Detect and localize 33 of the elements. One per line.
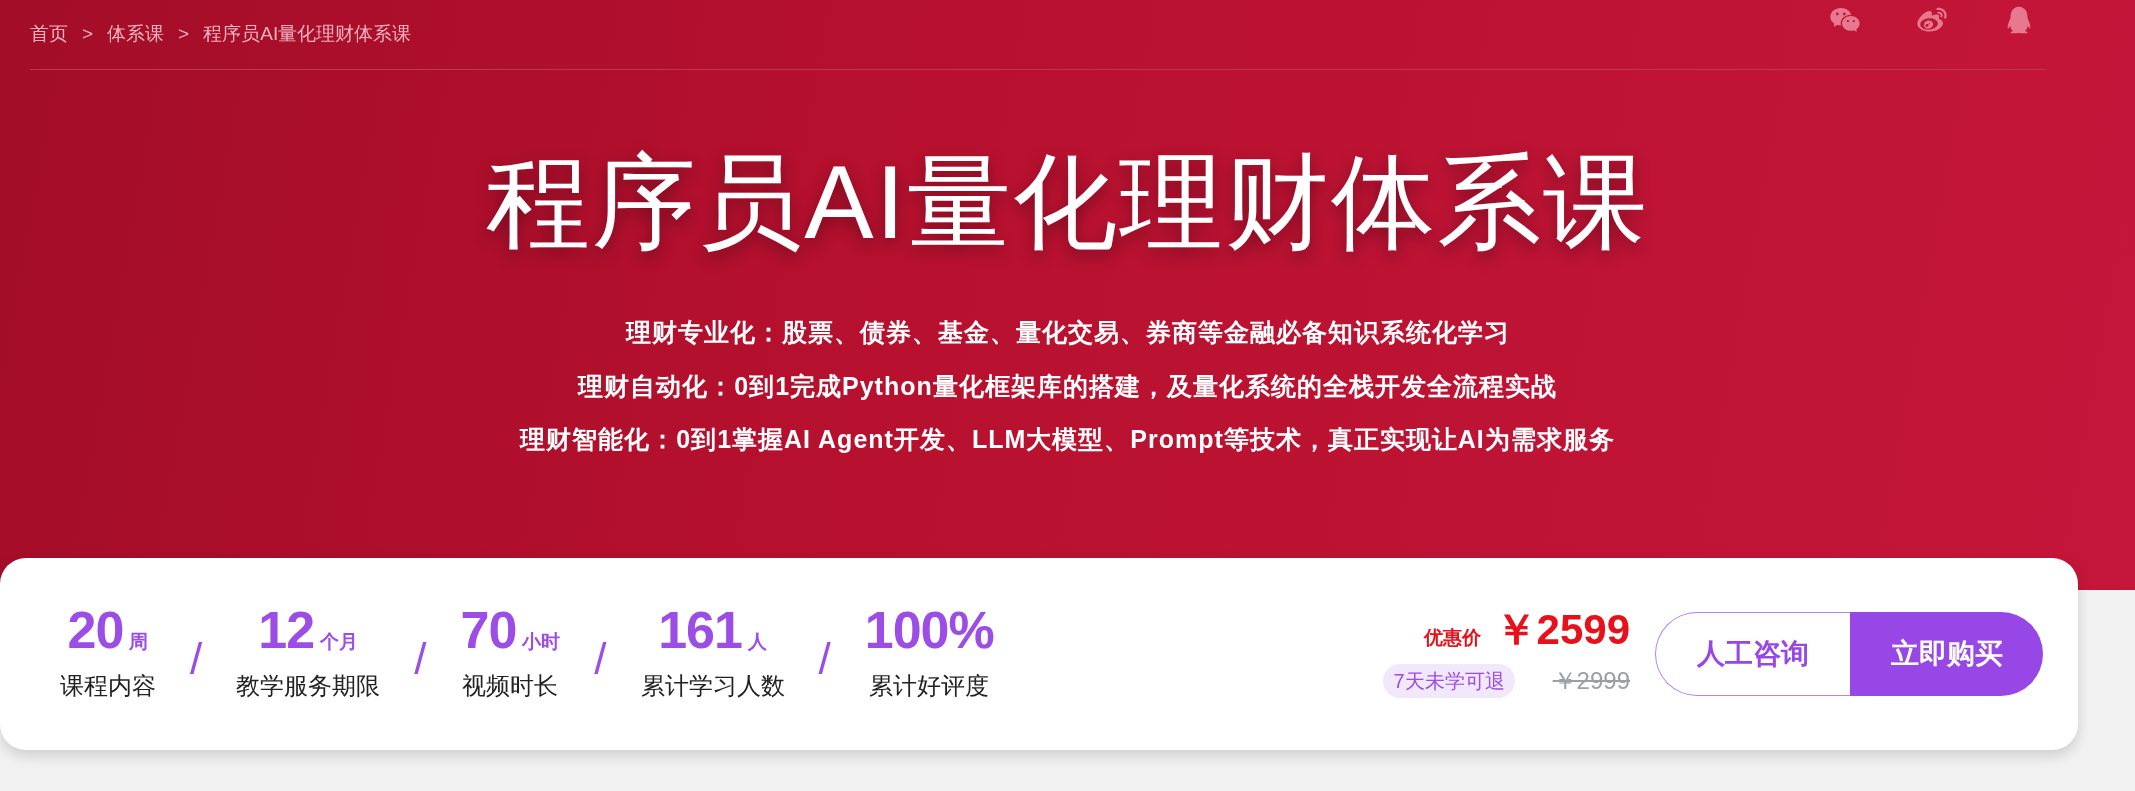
separator-slash: / [190,633,203,685]
stat-unit: 人 [747,629,767,654]
stat-label: 累计好评度 [869,671,990,701]
separator-slash: / [818,633,831,685]
feature-text: 理财智能化：0到1掌握AI Agent开发、LLM大模型、Prompt等技术，真正实现让AI为需求服务 [520,424,1615,455]
feature-text: 理财专业化：股票、债券、基金、量化交易、券商等金融必备知识系统化学习 [625,317,1510,348]
breadcrumb-separator: > [82,22,94,47]
stat-value: 12 [258,603,315,656]
stat-label: 教学服务期限 [236,671,381,702]
stat-value: 161 [658,603,742,656]
original-price: ￥2999 [1552,665,1630,696]
current-price: ￥2599 [1494,609,1630,652]
stat-value: 70 [460,603,517,656]
stat-unit: 周 [129,629,149,654]
stat-label: 累计学习人数 [640,671,785,702]
breadcrumb-separator: > [178,22,190,47]
price-label: 优惠价 [1423,626,1481,651]
feature-text: 理财自动化：0到1完成Python量化框架库的搭建，及量化系统的全栈开发全流程实战 [578,370,1557,402]
refund-badge: 7天未学可退 [1383,663,1515,698]
separator-slash: / [414,633,427,685]
buy-button[interactable]: 立即购买 [1850,612,2043,696]
breadcrumb-link[interactable]: 体系课 [107,20,165,49]
consult-button[interactable]: 人工咨询 [1655,612,1850,696]
stat-value: 100% [864,604,994,656]
stat-unit: 小时 [522,629,561,654]
course-title: 程序员AI量化理财体系课 [485,150,1650,254]
breadcrumb-link[interactable]: 首页 [30,20,68,49]
stat-unit: 个月 [320,629,359,654]
separator-slash: / [594,633,607,685]
stat-value: 20 [67,603,124,656]
stat-label: 课程内容 [60,671,156,702]
breadcrumb-link[interactable]: 程序员AI量化理财体系课 [203,20,412,49]
stat-label: 视频时长 [462,671,559,702]
